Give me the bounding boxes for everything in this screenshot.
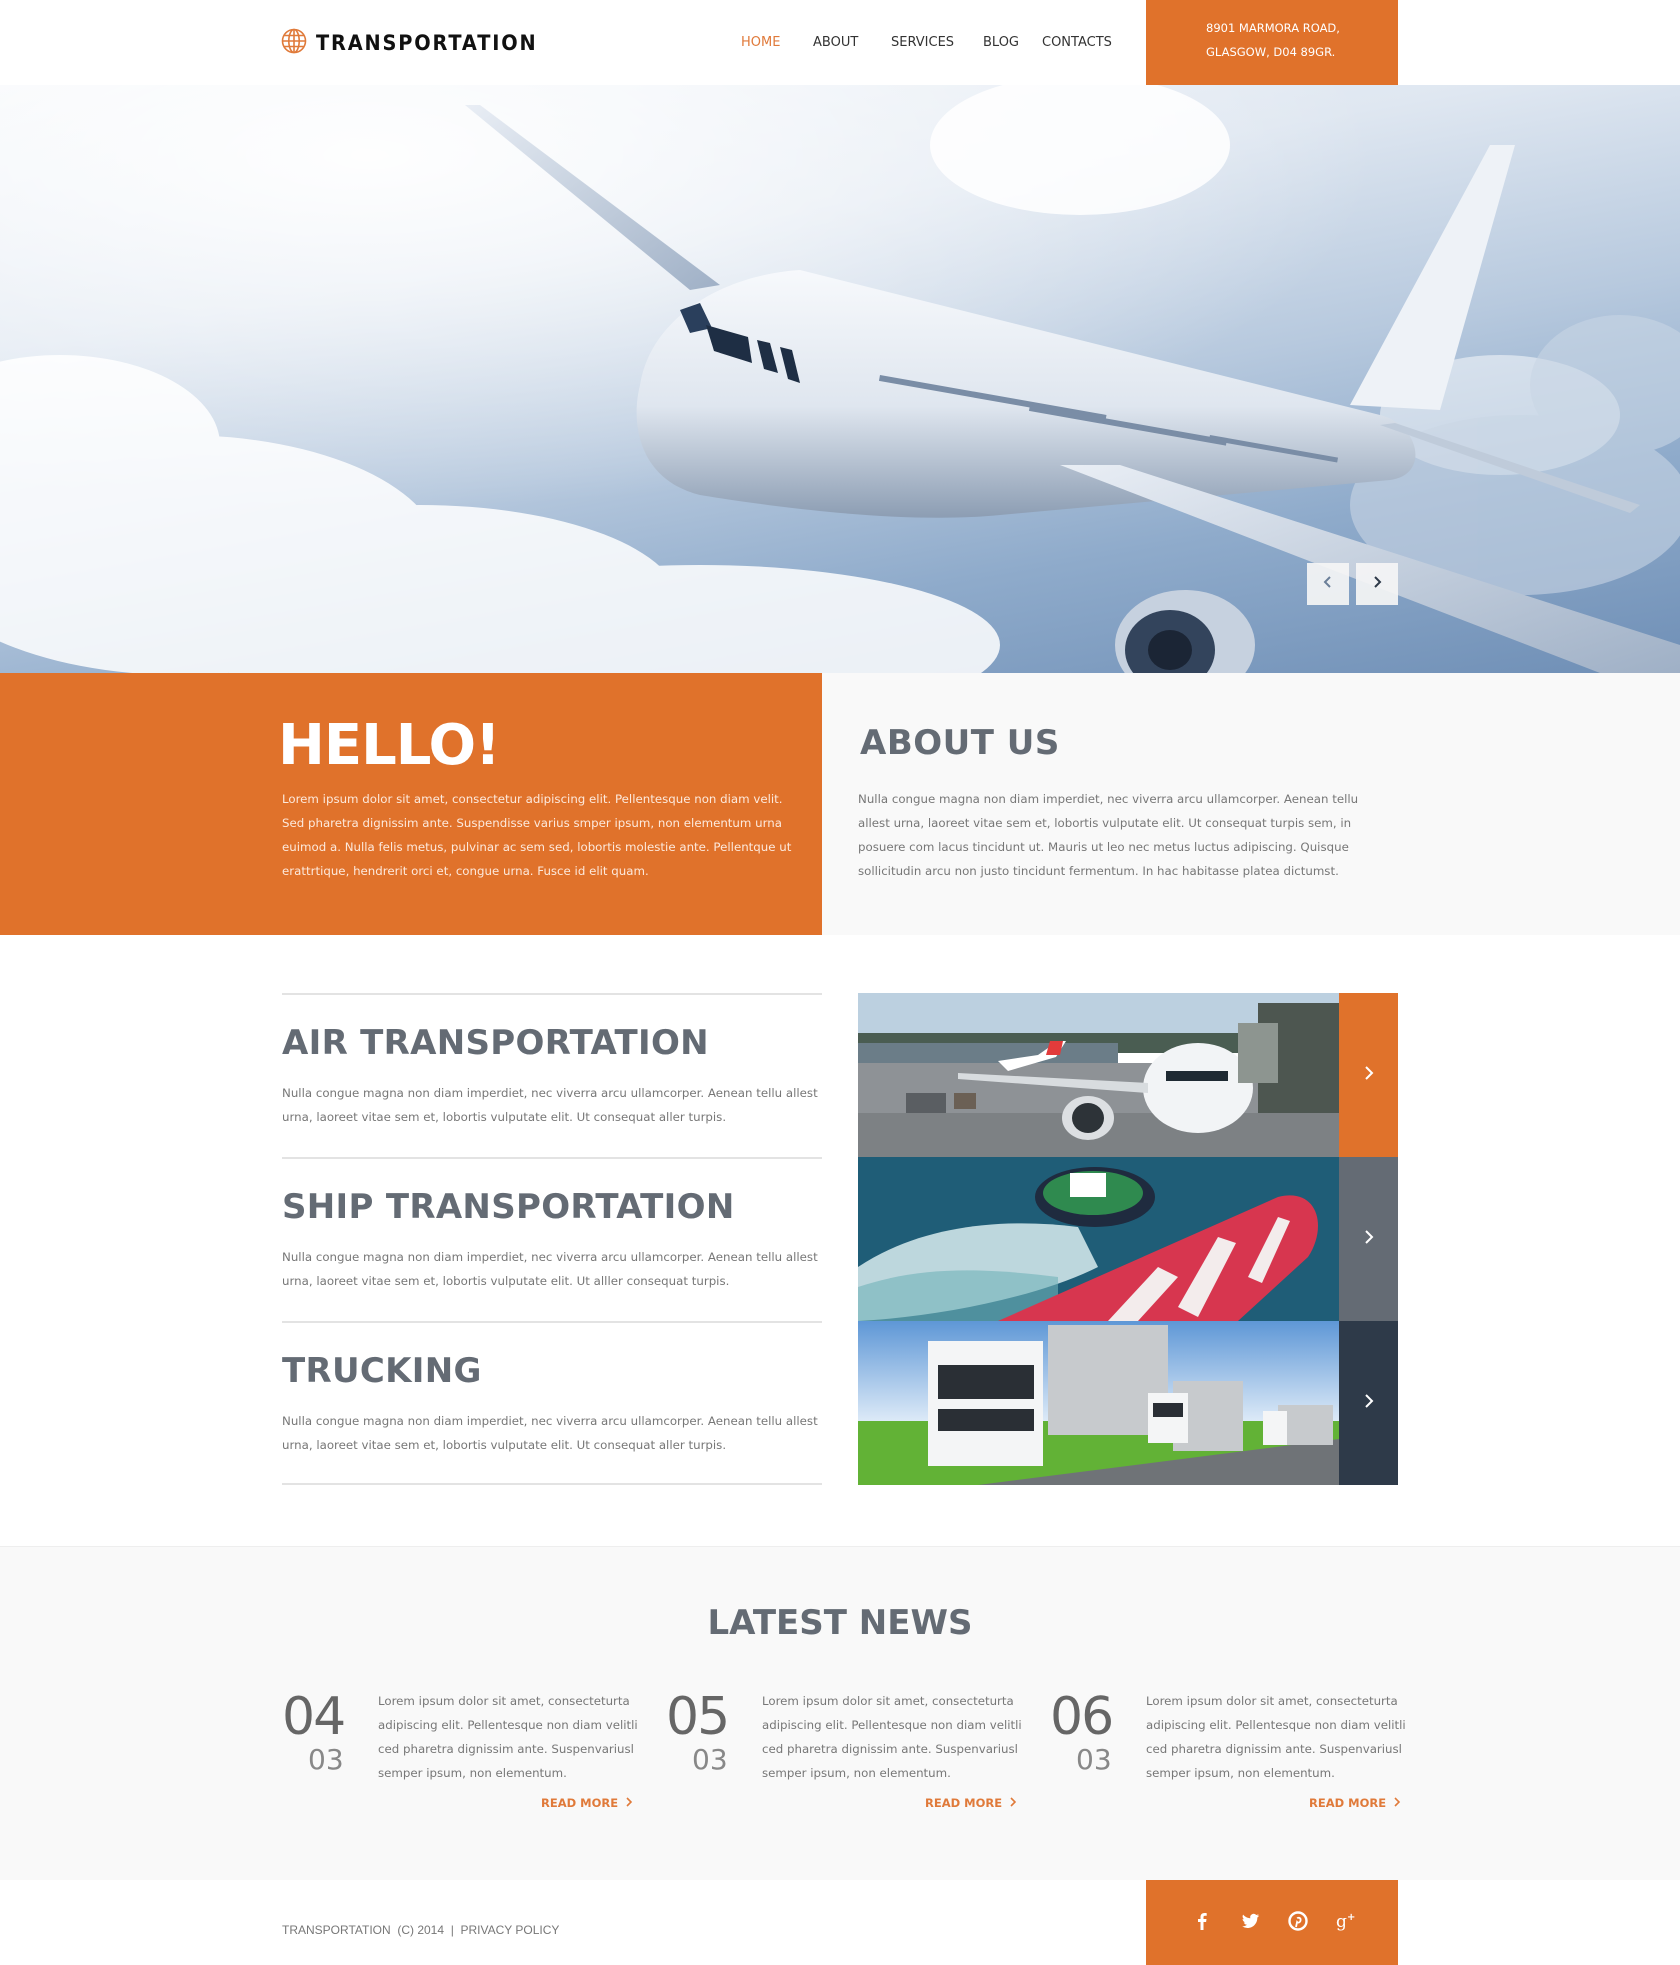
address-box: 8901 MARMORA ROAD, GLASGOW, D04 89GR. xyxy=(1146,0,1398,85)
about-text: Nulla congue magna non diam imperdiet, n… xyxy=(858,792,1359,878)
twitter-link[interactable] xyxy=(1237,1910,1263,1936)
hero-slider xyxy=(0,85,1680,673)
slider-prev-button[interactable] xyxy=(1307,563,1349,605)
twitter-icon xyxy=(1239,1910,1261,1937)
about-section: ABOUT US Nulla congue magna non diam imp… xyxy=(822,673,1680,935)
about-title: ABOUT US xyxy=(860,723,1060,763)
chevron-right-icon xyxy=(1362,1065,1376,1086)
news-text: Lorem ipsum dolor sit amet, consecteturt… xyxy=(1146,1694,1406,1780)
chevron-right-icon xyxy=(1386,1796,1401,1810)
news-day: 04 xyxy=(282,1687,346,1747)
logo[interactable]: TRANSPORTATION xyxy=(281,28,557,59)
social-links: g + xyxy=(1146,1880,1398,1965)
read-more-link[interactable]: READ MORE xyxy=(925,1796,1017,1810)
news-month: 03 xyxy=(1076,1743,1112,1776)
service-title[interactable]: TRUCKING xyxy=(282,1351,482,1391)
pinterest-icon xyxy=(1287,1910,1309,1937)
svg-text:+: + xyxy=(1347,1912,1355,1923)
service-item-ship: SHIP TRANSPORTATION Nulla congue magna n… xyxy=(282,1157,822,1321)
service-title[interactable]: AIR TRANSPORTATION xyxy=(282,1023,709,1063)
service-tiles xyxy=(858,993,1398,1485)
hello-text: Lorem ipsum dolor sit amet, consectetur … xyxy=(282,792,792,878)
services-list: AIR TRANSPORTATION Nulla congue magna no… xyxy=(282,993,822,1485)
news-text: Lorem ipsum dolor sit amet, consecteturt… xyxy=(762,1694,1022,1780)
address-line-2: GLASGOW, D04 89GR. xyxy=(1206,45,1336,59)
news-item: 04 03 Lorem ipsum dolor sit amet, consec… xyxy=(282,1687,652,1817)
news-day: 06 xyxy=(1050,1687,1114,1747)
pinterest-link[interactable] xyxy=(1285,1910,1311,1936)
google-plus-icon: g + xyxy=(1335,1910,1357,1937)
news-text: Lorem ipsum dolor sit amet, consecteturt… xyxy=(378,1694,638,1780)
globe-icon xyxy=(281,28,307,59)
cargo-ship-image[interactable] xyxy=(858,1157,1339,1321)
chevron-right-icon xyxy=(618,1796,633,1810)
facebook-link[interactable] xyxy=(1189,1910,1215,1936)
nav-services[interactable]: SERVICES xyxy=(891,35,954,50)
service-tile-air xyxy=(858,993,1398,1157)
service-item-air: AIR TRANSPORTATION Nulla congue magna no… xyxy=(282,993,822,1157)
chevron-right-icon xyxy=(1362,1393,1376,1414)
chevron-right-icon xyxy=(1370,575,1384,594)
google-plus-link[interactable]: g + xyxy=(1333,1910,1359,1936)
nav-contacts[interactable]: CONTACTS xyxy=(1042,35,1112,50)
chevron-left-icon xyxy=(1321,575,1335,594)
service-title[interactable]: SHIP TRANSPORTATION xyxy=(282,1187,735,1227)
hello-title: HELLO! xyxy=(278,713,501,778)
service-trucking-arrow-button[interactable] xyxy=(1339,1321,1398,1485)
service-air-arrow-button[interactable] xyxy=(1339,993,1398,1157)
service-text: Nulla congue magna non diam imperdiet, n… xyxy=(282,1250,818,1288)
service-text: Nulla congue magna non diam imperdiet, n… xyxy=(282,1414,818,1452)
news-item: 06 03 Lorem ipsum dolor sit amet, consec… xyxy=(1050,1687,1420,1817)
hello-section: HELLO! Lorem ipsum dolor sit amet, conse… xyxy=(0,673,822,935)
service-tile-trucking xyxy=(858,1321,1398,1485)
service-item-trucking: TRUCKING Nulla congue magna non diam imp… xyxy=(282,1321,822,1485)
read-more-label: READ MORE xyxy=(541,1796,619,1810)
news-month: 03 xyxy=(692,1743,728,1776)
read-more-label: READ MORE xyxy=(925,1796,1003,1810)
svg-text:g: g xyxy=(1336,1912,1347,1932)
hero-airplane-image xyxy=(0,85,1680,673)
copyright: TRANSPORTATION (C) 2014 | PRIVACY POLICY xyxy=(282,1923,559,1937)
privacy-policy-link[interactable]: PRIVACY POLICY xyxy=(460,1923,559,1937)
slider-next-button[interactable] xyxy=(1356,563,1398,605)
chevron-right-icon xyxy=(1362,1229,1376,1250)
news-title: LATEST NEWS xyxy=(707,1603,973,1643)
logo-text: TRANSPORTATION xyxy=(316,31,538,55)
facebook-icon xyxy=(1191,1910,1213,1937)
nav-about[interactable]: ABOUT xyxy=(813,35,858,50)
news-day: 05 xyxy=(666,1687,730,1747)
nav-home[interactable]: HOME xyxy=(741,35,780,50)
service-tile-ship xyxy=(858,1157,1398,1321)
trucks-image[interactable] xyxy=(858,1321,1339,1485)
airport-plane-image[interactable] xyxy=(858,993,1339,1157)
service-ship-arrow-button[interactable] xyxy=(1339,1157,1398,1321)
site-header: TRANSPORTATION HOME ABOUT SERVICES BLOG … xyxy=(0,0,1680,85)
read-more-link[interactable]: READ MORE xyxy=(1309,1796,1401,1810)
news-month: 03 xyxy=(308,1743,344,1776)
read-more-label: READ MORE xyxy=(1309,1796,1387,1810)
address-line-1: 8901 MARMORA ROAD, xyxy=(1206,21,1340,35)
site-footer: TRANSPORTATION (C) 2014 | PRIVACY POLICY… xyxy=(0,1880,1680,1965)
read-more-link[interactable]: READ MORE xyxy=(541,1796,633,1810)
chevron-right-icon xyxy=(1002,1796,1017,1810)
service-text: Nulla congue magna non diam imperdiet, n… xyxy=(282,1086,818,1124)
latest-news-section: LATEST NEWS 04 03 Lorem ipsum dolor sit … xyxy=(0,1546,1680,1880)
nav-blog[interactable]: BLOG xyxy=(983,35,1019,50)
copyright-text: TRANSPORTATION (C) 2014 | xyxy=(282,1923,461,1937)
news-item: 05 03 Lorem ipsum dolor sit amet, consec… xyxy=(666,1687,1036,1817)
